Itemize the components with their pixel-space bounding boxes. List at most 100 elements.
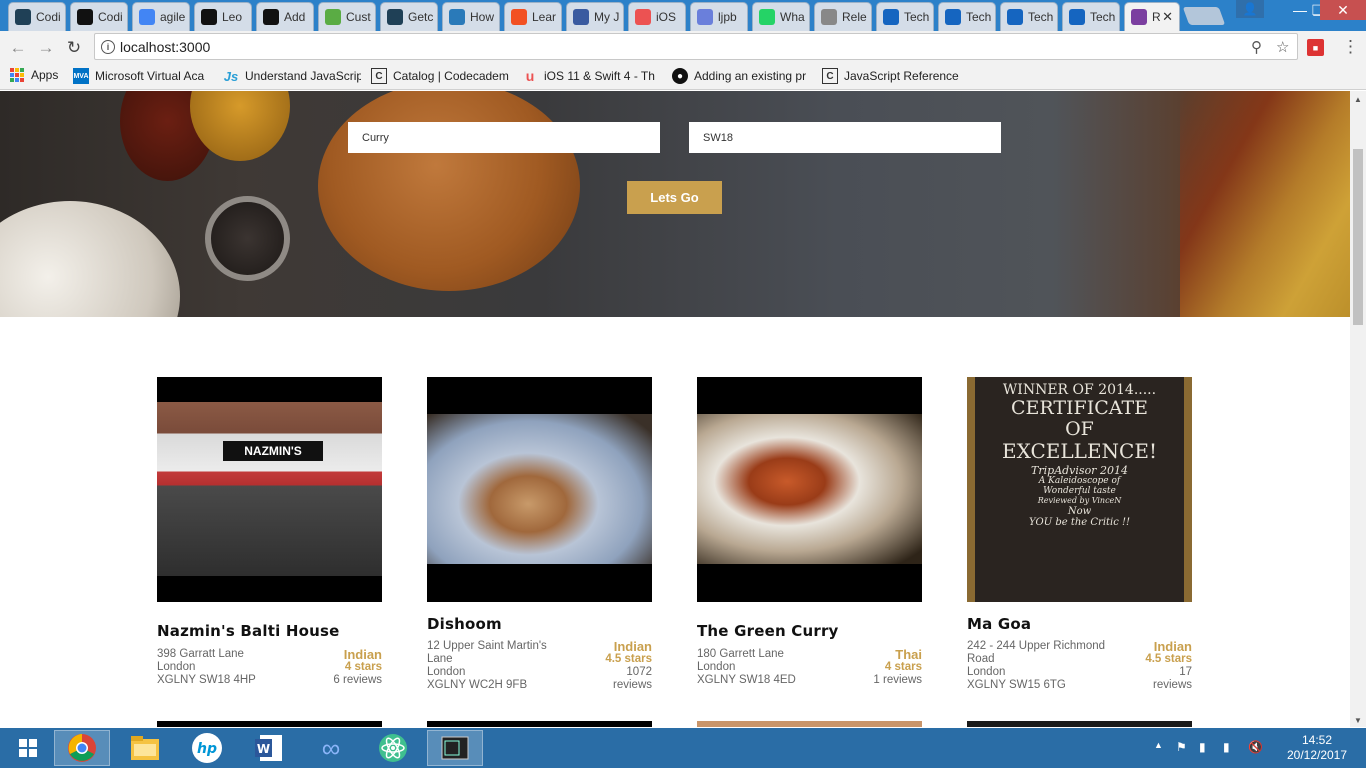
svg-text:W: W bbox=[257, 742, 270, 756]
star-rating: 4 stars bbox=[884, 661, 922, 673]
restaurant-card[interactable]: Dishoom 12 Upper Saint Martin's Lane Lon… bbox=[427, 377, 652, 692]
restaurant-name[interactable]: Nazmin's Balti House bbox=[157, 622, 382, 640]
atom-icon[interactable] bbox=[365, 730, 421, 766]
new-tab-button[interactable] bbox=[1182, 7, 1226, 25]
browser-tab[interactable]: R ✕ bbox=[1124, 2, 1180, 31]
browser-tab[interactable]: Cust bbox=[318, 2, 376, 31]
browser-tab[interactable]: Codi bbox=[8, 2, 66, 31]
browser-tab[interactable]: How bbox=[442, 2, 500, 31]
bookmark-github-adding[interactable]: ● Adding an existing pr bbox=[672, 68, 810, 84]
restaurant-photo[interactable]: NAZMIN'S bbox=[157, 377, 382, 602]
volume-muted-icon[interactable]: 🔇 bbox=[1248, 740, 1263, 754]
bookmark-js-reference[interactable]: C JavaScript Reference bbox=[822, 68, 962, 84]
browser-tab[interactable]: Lear bbox=[504, 2, 562, 31]
file-explorer-icon[interactable] bbox=[117, 730, 173, 766]
restaurant-photo[interactable]: WINNER OF 2014..... CERTIFICATE OF EXCEL… bbox=[967, 377, 1192, 602]
browser-tab[interactable]: Add bbox=[256, 2, 314, 31]
star-rating: 4.5 stars bbox=[605, 653, 652, 665]
terminal-icon[interactable] bbox=[427, 730, 483, 766]
restaurant-name[interactable]: Ma Goa bbox=[967, 615, 1192, 633]
browser-tab[interactable]: Tech bbox=[876, 2, 934, 31]
page-viewport: Lets Go NAZMIN'S Nazmin's Balti House 39… bbox=[0, 91, 1350, 727]
restaurant-card[interactable]: The Green Curry 180 Garrett Lane London … bbox=[697, 377, 922, 687]
tab-title: iOS bbox=[656, 10, 677, 24]
shop-sign: NAZMIN'S bbox=[223, 441, 323, 461]
site-info-icon[interactable]: i bbox=[101, 40, 115, 54]
location-search-input[interactable] bbox=[689, 122, 1001, 153]
cuisine-label: Thai bbox=[895, 647, 922, 662]
cuisine-label: Indian bbox=[343, 647, 382, 662]
bookmark-codecademy-catalog[interactable]: C Catalog | Codecadem bbox=[371, 68, 511, 84]
chrome-icon[interactable] bbox=[54, 730, 110, 766]
signal-icon[interactable]: ▮ bbox=[1223, 740, 1230, 754]
scroll-thumb[interactable] bbox=[1353, 149, 1363, 325]
browser-tab[interactable]: agile bbox=[132, 2, 190, 31]
udemy-icon bbox=[635, 9, 651, 25]
forward-icon[interactable]: → bbox=[35, 37, 57, 59]
close-window-icon[interactable]: ✕ bbox=[1320, 0, 1366, 20]
restaurant-card[interactable]: NAZMIN'S Nazmin's Balti House 398 Garrat… bbox=[157, 377, 382, 687]
browser-tab[interactable]: iOS bbox=[628, 2, 686, 31]
restaurant-name[interactable]: The Green Curry bbox=[697, 622, 922, 640]
chalkboard-image: WINNER OF 2014..... CERTIFICATE OF EXCEL… bbox=[1002, 382, 1157, 528]
bookmark-star-icon[interactable]: ☆ bbox=[1276, 38, 1289, 56]
review-count-label: reviews bbox=[1153, 679, 1192, 691]
scroll-up-icon[interactable]: ▲ bbox=[1354, 95, 1362, 104]
tab-title: Wha bbox=[780, 10, 805, 24]
action-flag-icon[interactable]: ⚑ bbox=[1176, 740, 1187, 754]
restaurant-photo[interactable] bbox=[697, 377, 922, 602]
browser-tab[interactable]: Rele bbox=[814, 2, 872, 31]
battery-icon[interactable]: ▮ bbox=[1199, 740, 1206, 754]
bookmark-mva[interactable]: MVA Microsoft Virtual Aca bbox=[73, 68, 211, 84]
restaurant-meta: Indian 4.5 stars 17 reviews bbox=[1145, 640, 1192, 692]
apps-grid-icon bbox=[10, 68, 24, 82]
tab-title: My J bbox=[594, 10, 620, 24]
bookmark-apps[interactable]: Apps bbox=[10, 68, 58, 82]
system-clock[interactable]: 14:52 20/12/2017 bbox=[1282, 733, 1352, 763]
close-tab-icon[interactable]: ✕ bbox=[1162, 9, 1173, 25]
profile-icon[interactable]: 👤 bbox=[1236, 0, 1264, 18]
browser-tab[interactable]: Wha bbox=[752, 2, 810, 31]
browser-tab[interactable]: Tech bbox=[1000, 2, 1058, 31]
food-search-input[interactable] bbox=[348, 122, 660, 153]
windows-start-icon[interactable] bbox=[0, 730, 56, 766]
show-hidden-icons[interactable]: ▲ bbox=[1154, 740, 1163, 750]
browser-menu-icon[interactable]: ⋮ bbox=[1342, 37, 1359, 57]
browser-toolbar: ← → ↻ i localhost:3000 ⚲ ☆ ■ ⋮ bbox=[0, 31, 1366, 64]
restaurant-card[interactable]: WINNER OF 2014..... CERTIFICATE OF EXCEL… bbox=[967, 377, 1192, 692]
lets-go-button[interactable]: Lets Go bbox=[627, 181, 722, 214]
hp-icon[interactable]: hp bbox=[179, 730, 235, 766]
star-rating: 4 stars bbox=[344, 661, 382, 673]
extension-icon[interactable]: ■ bbox=[1307, 39, 1324, 56]
restaurant-name[interactable]: Dishoom bbox=[427, 615, 652, 633]
browser-tab[interactable]: Tech bbox=[938, 2, 996, 31]
infinity-app-icon[interactable]: ∞ bbox=[303, 730, 359, 766]
browser-tab[interactable]: Leo bbox=[194, 2, 252, 31]
next-card-peek bbox=[427, 721, 652, 727]
microsoft-icon bbox=[511, 9, 527, 25]
bookmark-understand-js[interactable]: Js Understand JavaScrip bbox=[223, 68, 361, 84]
next-card-peek bbox=[157, 721, 382, 727]
tab-title: Leo bbox=[222, 10, 243, 24]
back-icon[interactable]: ← bbox=[7, 37, 29, 59]
review-count: 1072 bbox=[626, 666, 652, 678]
address-bar[interactable]: i localhost:3000 ⚲ ☆ bbox=[94, 33, 1298, 60]
svg-text:hp: hp bbox=[197, 741, 217, 757]
restaurant-photo[interactable] bbox=[427, 377, 652, 602]
word-icon[interactable]: W bbox=[241, 730, 297, 766]
url-text[interactable]: localhost:3000 bbox=[120, 39, 210, 55]
scroll-down-icon[interactable]: ▼ bbox=[1354, 716, 1362, 725]
tab-title: Lear bbox=[532, 10, 557, 24]
codecademy-icon: C bbox=[371, 68, 387, 84]
browser-tab[interactable]: Getc bbox=[380, 2, 438, 31]
browser-tab[interactable]: Codi bbox=[70, 2, 128, 31]
browser-tab[interactable]: Tech bbox=[1062, 2, 1120, 31]
reload-icon[interactable]: ↻ bbox=[63, 37, 85, 59]
bookmark-ios-swift[interactable]: u iOS 11 & Swift 4 - Th bbox=[522, 68, 662, 84]
browser-tab[interactable]: My J bbox=[566, 2, 624, 31]
windows-taskbar: hp W ∞ ▲ ⚑ ▮ ▮ 🔇 14:52 20/12/2017 bbox=[0, 728, 1366, 768]
zoom-icon[interactable]: ⚲ bbox=[1251, 38, 1262, 56]
browser-tab[interactable]: ljpb bbox=[690, 2, 748, 31]
restaurant-meta: Thai 4 stars 1 reviews bbox=[873, 648, 922, 687]
page-scrollbar[interactable]: ▲ ▼ bbox=[1350, 91, 1366, 727]
